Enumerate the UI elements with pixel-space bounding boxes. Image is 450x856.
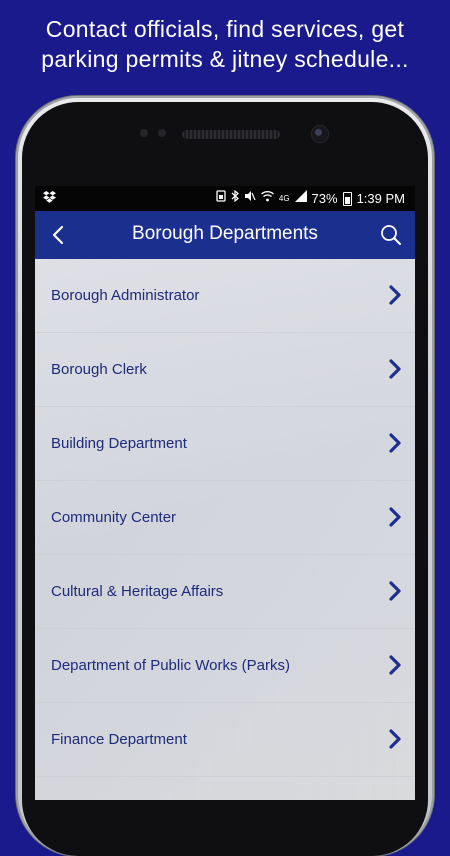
dropbox-icon bbox=[43, 191, 56, 206]
department-row[interactable]: Building Department bbox=[35, 407, 415, 481]
department-label: Cultural & Heritage Affairs bbox=[51, 583, 224, 600]
department-label: Department of Public Works (Parks) bbox=[51, 657, 290, 674]
bluetooth-icon bbox=[231, 189, 239, 207]
chevron-right-icon bbox=[389, 581, 401, 601]
department-row[interactable]: Borough Clerk bbox=[35, 333, 415, 407]
wifi-icon bbox=[260, 190, 274, 207]
chevron-right-icon bbox=[389, 433, 401, 453]
promo-caption: Contact officials, find services, get pa… bbox=[0, 14, 450, 74]
department-row[interactable]: Community Center bbox=[35, 481, 415, 555]
proximity-sensor bbox=[140, 129, 148, 137]
chevron-right-icon bbox=[389, 285, 401, 305]
page-title: Borough Departments bbox=[132, 223, 318, 244]
battery-icon bbox=[342, 191, 352, 206]
signal-icon bbox=[294, 190, 307, 207]
earpiece-speaker bbox=[182, 130, 280, 139]
department-row[interactable]: Cultural & Heritage Affairs bbox=[35, 555, 415, 629]
chevron-right-icon bbox=[389, 507, 401, 527]
sim-icon bbox=[216, 190, 226, 207]
battery-percent: 73% bbox=[311, 191, 338, 206]
department-label: Community Center bbox=[51, 509, 177, 526]
chevron-right-icon bbox=[389, 655, 401, 675]
department-row[interactable]: Department of Public Works (Parks) bbox=[35, 629, 415, 703]
light-sensor bbox=[158, 129, 166, 137]
clock-time: 1:39 PM bbox=[356, 191, 405, 206]
app-bar: Borough Departments bbox=[35, 211, 415, 259]
front-camera bbox=[312, 126, 328, 142]
search-button[interactable] bbox=[377, 221, 405, 249]
mute-icon bbox=[244, 190, 256, 207]
status-right: 4G 73% 1:39 PM bbox=[216, 189, 405, 207]
network-type: 4G bbox=[278, 193, 290, 203]
department-label: Building Department bbox=[51, 435, 187, 452]
department-label: Finance Department bbox=[51, 731, 187, 748]
chevron-right-icon bbox=[389, 359, 401, 379]
department-row[interactable]: Finance Department bbox=[35, 703, 415, 777]
department-list: Borough Administrator Borough Clerk Buil… bbox=[35, 259, 415, 777]
promo-line-1: Contact officials, find services, get bbox=[45, 16, 405, 42]
phone-screen: 4G 73% 1:39 PM Borough Departments Borou… bbox=[35, 186, 415, 800]
status-bar: 4G 73% 1:39 PM bbox=[35, 186, 415, 211]
promo-line-2: parking permits & jitney schedule... bbox=[41, 46, 409, 72]
chevron-right-icon bbox=[389, 729, 401, 749]
department-label: Borough Administrator bbox=[51, 287, 200, 304]
department-row[interactable]: Borough Administrator bbox=[35, 259, 415, 333]
search-icon bbox=[381, 225, 401, 245]
department-label: Borough Clerk bbox=[51, 361, 147, 378]
